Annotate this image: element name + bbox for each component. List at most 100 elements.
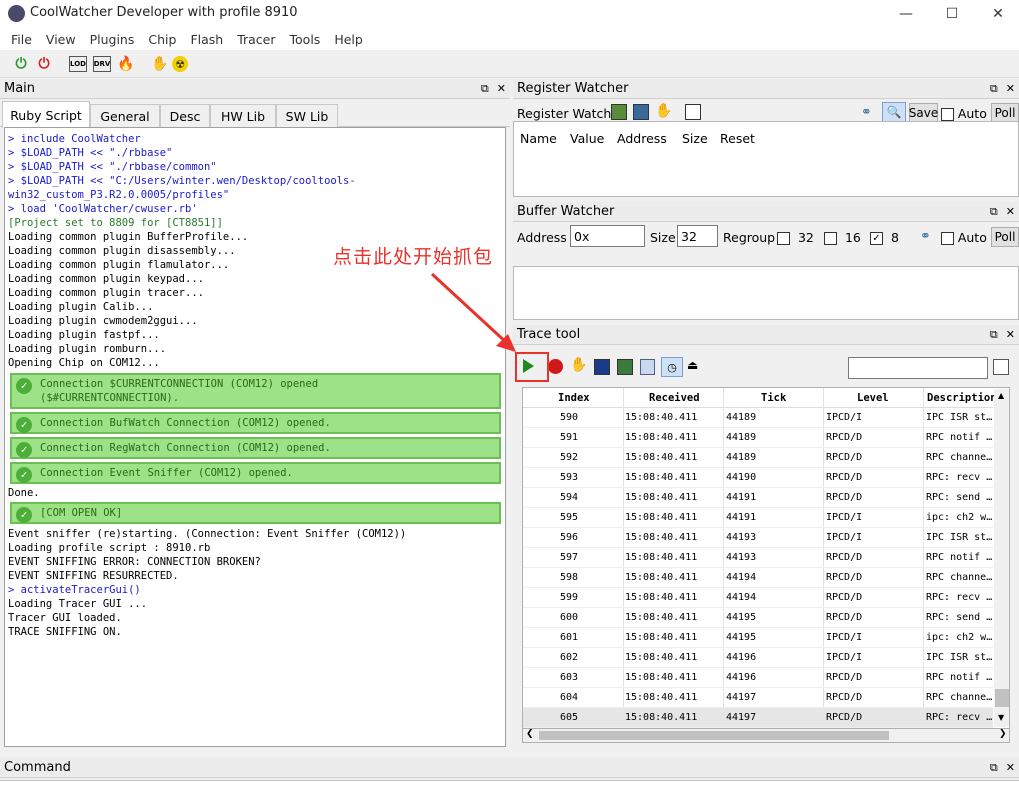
trace-row[interactable]: 603 15:08:40.411 44196 RPCD/D RPC notif … (523, 668, 993, 688)
auto-checkbox[interactable] (941, 108, 954, 121)
auto-checkbox[interactable] (941, 232, 954, 245)
column-header-value[interactable]: Value (570, 131, 604, 146)
command-input[interactable] (0, 780, 1019, 807)
regroup-16-option[interactable]: 16 (824, 230, 861, 245)
trace-row[interactable]: 592 15:08:40.411 44189 RPCD/D RPC channe… (523, 448, 993, 468)
filter-icon[interactable]: ⏏ (687, 358, 698, 372)
trace-row[interactable]: 593 15:08:40.411 44190 RPCD/D RPC: recv … (523, 468, 993, 488)
clock-icon[interactable]: ◷ (661, 357, 683, 377)
pair-icon[interactable]: ⚭ (920, 229, 931, 244)
menu-help[interactable]: Help (327, 32, 370, 47)
copy-icon[interactable] (993, 359, 1009, 375)
size-input[interactable] (677, 225, 718, 247)
power-off-icon[interactable]: ⏻ (33, 54, 55, 74)
scroll-thumb[interactable] (995, 689, 1009, 707)
address-input[interactable] (570, 225, 645, 247)
burn-icon[interactable]: 🔥 (115, 54, 137, 74)
save-button[interactable]: Save (909, 103, 938, 123)
auto-checkbox-group[interactable]: Auto (941, 230, 987, 245)
trace-row[interactable]: 596 15:08:40.411 44193 IPCD/I IPC ISR st… (523, 528, 993, 548)
trace-table[interactable]: Index Received Tick Level Description 59… (522, 387, 1010, 729)
trace-row[interactable]: 602 15:08:40.411 44196 IPCD/I IPC ISR st… (523, 648, 993, 668)
float-icon[interactable]: ⧉ (990, 761, 998, 775)
close-panel-icon[interactable]: ✕ (1006, 761, 1015, 775)
trace-row[interactable]: 597 15:08:40.411 44193 RPCD/D RPC notif … (523, 548, 993, 568)
trace-row[interactable]: 594 15:08:40.411 44191 RPCD/D RPC: send … (523, 488, 993, 508)
float-icon[interactable]: ⧉ (990, 205, 998, 219)
hscroll-thumb[interactable] (539, 731, 889, 740)
close-panel-icon[interactable]: ✕ (1006, 328, 1015, 342)
trace-row[interactable]: 600 15:08:40.411 44195 RPCD/D RPC: send … (523, 608, 993, 628)
tab-general[interactable]: General (90, 104, 160, 127)
vertical-scrollbar[interactable]: ▲ ▼ (994, 389, 1009, 727)
pair-icon[interactable]: ⚭ (861, 105, 872, 120)
column-header-reset[interactable]: Reset (720, 131, 755, 146)
save-trace-icon[interactable] (640, 359, 655, 375)
horizontal-scrollbar[interactable]: ❮ ❯ (522, 729, 1010, 743)
float-icon[interactable]: ⧉ (481, 82, 489, 96)
trace-search-input[interactable] (848, 357, 988, 379)
menu-flash[interactable]: Flash (183, 32, 230, 47)
column-header-index[interactable]: Index (558, 392, 590, 404)
close-button[interactable]: ✕ (975, 0, 1019, 28)
poll-button[interactable]: Poll (991, 227, 1019, 247)
handshake-icon[interactable]: ✋ (570, 357, 587, 373)
menu-tracer[interactable]: Tracer (230, 32, 282, 47)
buffer-view[interactable] (513, 266, 1019, 320)
regroup-8-checkbox[interactable]: ✓ (870, 232, 883, 245)
register-table[interactable]: Name Value Address Size Reset (513, 121, 1019, 197)
search-icon[interactable]: 🔍 (882, 102, 906, 122)
tab-hw-lib[interactable]: HW Lib (210, 104, 276, 127)
maximize-button[interactable]: ☐ (929, 0, 975, 28)
handshake-icon[interactable]: ✋ (149, 54, 171, 74)
ruby-console[interactable]: > include CoolWatcher > $LOAD_PATH << "./… (4, 127, 506, 747)
handshake-icon[interactable]: ✋ (655, 103, 672, 119)
column-header-tick[interactable]: Tick (761, 392, 786, 404)
regroup-32-option[interactable]: 32 (777, 230, 814, 245)
auto-checkbox-group[interactable]: Auto (941, 106, 987, 121)
trace-row[interactable]: 601 15:08:40.411 44195 IPCD/I ipc: ch2 w… (523, 628, 993, 648)
close-panel-icon[interactable]: ✕ (1006, 205, 1015, 219)
tab-ruby-script[interactable]: Ruby Script (2, 101, 90, 128)
column-header-address[interactable]: Address (617, 131, 667, 146)
table-icon[interactable] (617, 359, 633, 375)
close-panel-icon[interactable]: ✕ (1006, 82, 1015, 96)
regroup-8-option[interactable]: ✓ 8 (870, 230, 899, 245)
tab-desc[interactable]: Desc (160, 104, 210, 127)
register-add-icon[interactable] (611, 104, 627, 120)
trace-row[interactable]: 595 15:08:40.411 44191 IPCD/I ipc: ch2 w… (523, 508, 993, 528)
register-tree-icon[interactable] (685, 104, 701, 120)
trace-row[interactable]: 591 15:08:40.411 44189 RPCD/D RPC notif … (523, 428, 993, 448)
menu-chip[interactable]: Chip (141, 32, 183, 47)
column-header-name[interactable]: Name (520, 131, 557, 146)
poll-button[interactable]: Poll (991, 103, 1019, 123)
trace-row[interactable]: 590 15:08:40.411 44189 IPCD/I IPC ISR st… (523, 408, 993, 428)
column-header-size[interactable]: Size (682, 131, 708, 146)
menu-view[interactable]: View (39, 32, 83, 47)
trace-row[interactable]: 599 15:08:40.411 44194 RPCD/D RPC: recv … (523, 588, 993, 608)
menu-file[interactable]: File (4, 32, 39, 47)
column-header-description[interactable]: Description (927, 392, 997, 404)
register-list-icon[interactable] (633, 104, 649, 120)
float-icon[interactable]: ⧉ (990, 82, 998, 96)
tab-sw-lib[interactable]: SW Lib (276, 104, 338, 127)
trace-cell-tick: 44196 (726, 672, 757, 683)
power-on-icon[interactable]: ⏻ (10, 54, 32, 74)
trace-row[interactable]: 605 15:08:40.411 44197 RPCD/D RPC: recv … (523, 708, 993, 728)
close-panel-icon[interactable]: ✕ (497, 82, 506, 96)
menu-plugins[interactable]: Plugins (83, 32, 142, 47)
minimize-button[interactable]: — (883, 0, 929, 28)
radiation-icon[interactable]: ☢ (172, 56, 188, 72)
lod-icon[interactable]: LOD (69, 56, 87, 72)
trace-row[interactable]: 598 15:08:40.411 44194 RPCD/D RPC channe… (523, 568, 993, 588)
menu-tools[interactable]: Tools (283, 32, 328, 47)
stop-trace-icon[interactable] (548, 359, 563, 374)
regroup-16-checkbox[interactable] (824, 232, 837, 245)
grid-icon[interactable] (594, 359, 610, 375)
float-icon[interactable]: ⧉ (990, 328, 998, 342)
column-header-level[interactable]: Level (857, 392, 889, 404)
drv-icon[interactable]: DRV (93, 56, 111, 72)
trace-row[interactable]: 604 15:08:40.411 44197 RPCD/D RPC channe… (523, 688, 993, 708)
column-header-received[interactable]: Received (649, 392, 700, 404)
regroup-32-checkbox[interactable] (777, 232, 790, 245)
